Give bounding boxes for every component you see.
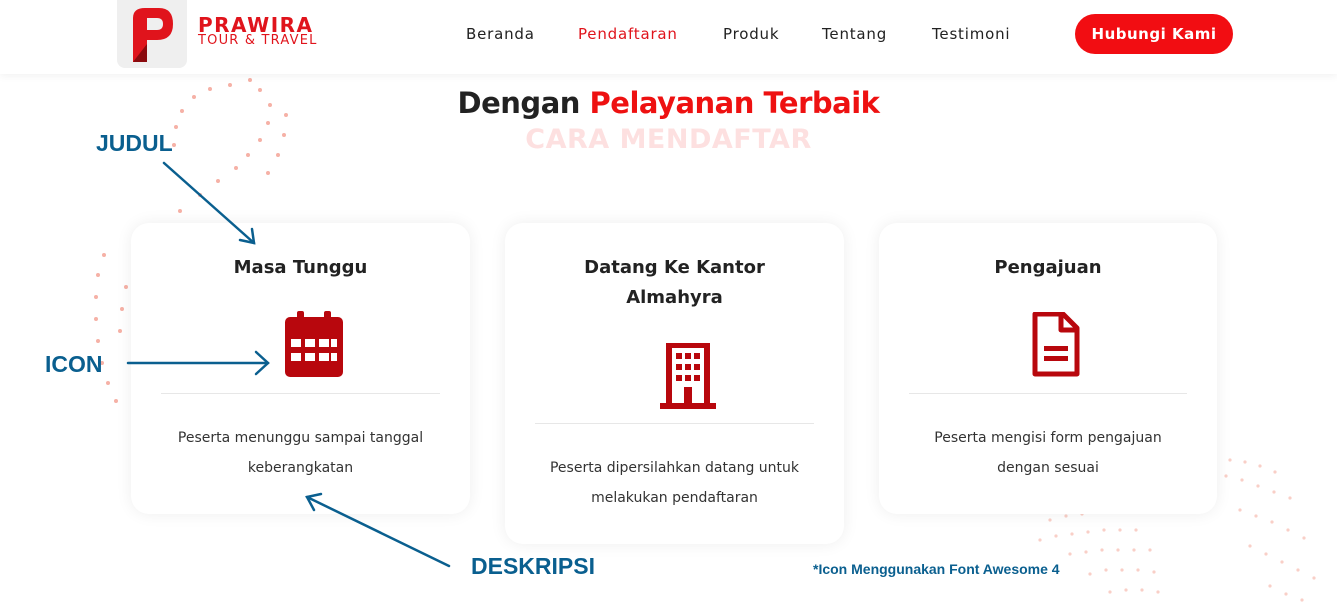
nav-item-pendaftaran[interactable]: Pendaftaran (578, 25, 678, 43)
brand-subtitle: TOUR & TRAVEL (198, 33, 318, 48)
card-divider (909, 393, 1187, 394)
card-title: Masa Tunggu (233, 257, 368, 278)
card-title-line: Datang Ke Kantor (584, 257, 765, 278)
card-desc-line: Peserta menunggu sampai tanggal (177, 430, 424, 446)
section-heading: Dengan Pelayanan Terbaik (0, 86, 1337, 120)
nav-item-beranda[interactable]: Beranda (466, 25, 535, 43)
card-title: Pengajuan (994, 257, 1102, 278)
file-text-icon (1032, 312, 1080, 377)
heading-plain: Dengan (457, 86, 590, 120)
card-datang-ke-kantor: Datang Ke Kantor Almahyra Peserta dipers… (505, 223, 844, 544)
card-divider (535, 423, 814, 424)
card-divider (161, 393, 440, 394)
nav-item-testimoni[interactable]: Testimoni (932, 25, 1010, 43)
nav-item-produk[interactable]: Produk (723, 25, 779, 43)
ghost-heading: CARA MENDAFTAR (525, 124, 812, 155)
card-desc-line: melakukan pendaftaran (591, 490, 758, 506)
card-desc-line: Peserta mengisi form pengajuan (934, 430, 1162, 446)
card-description: Peserta menunggu sampai tanggal keberang… (151, 423, 450, 483)
card-desc-line: keberangkatan (247, 460, 354, 476)
logo[interactable] (117, 0, 187, 68)
card-masa-tunggu: Masa Tunggu Peserta menunggu sampai tang… (131, 223, 470, 514)
heading-highlight: Pelayanan Terbaik (589, 86, 880, 120)
card-description: Peserta mengisi form pengajuan dengan se… (899, 423, 1197, 483)
annotation-icon: ICON (45, 351, 103, 377)
card-pengajuan: Pengajuan Peserta mengisi form pengajuan… (879, 223, 1217, 514)
nav-item-tentang[interactable]: Tentang (822, 25, 887, 43)
card-title-line: Almahyra (626, 287, 723, 308)
site-header: PRAWIRA TOUR & TRAVEL Beranda Pendaftara… (0, 0, 1337, 74)
card-desc-line: dengan sesuai (997, 460, 1099, 476)
calendar-icon (285, 311, 343, 377)
annotation-judul: JUDUL (96, 130, 173, 156)
building-icon (660, 343, 716, 409)
annotation-deskripsi: DESKRIPSI (471, 553, 595, 579)
card-title: Datang Ke Kantor Almahyra (505, 253, 844, 313)
card-desc-line: Peserta dipersilahkan datang untuk (549, 460, 800, 476)
contact-button[interactable]: Hubungi Kami (1075, 14, 1233, 54)
card-description: Peserta dipersilahkan datang untuk melak… (525, 453, 824, 513)
icon-note: *Icon Menggunakan Font Awesome 4 (813, 561, 1060, 577)
logo-mark-icon (133, 8, 173, 62)
